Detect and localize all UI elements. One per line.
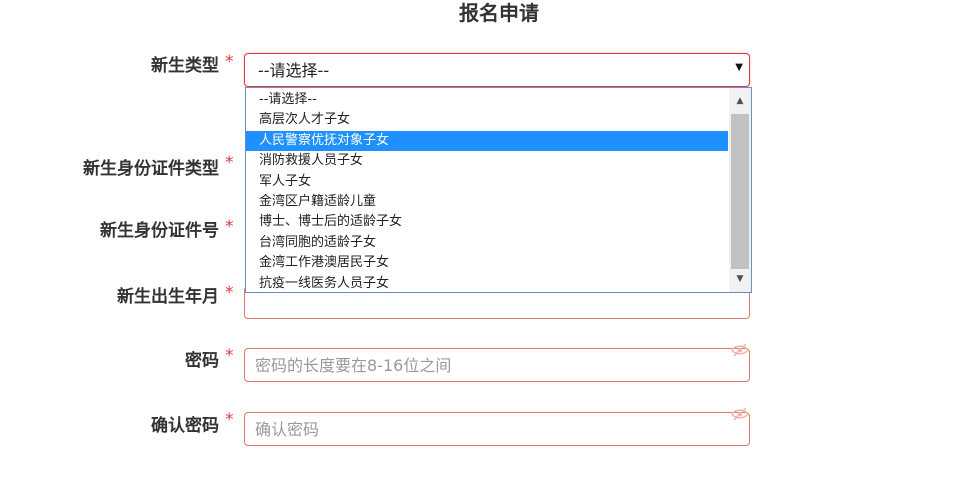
- required-star: *: [225, 153, 234, 173]
- dropdown-option[interactable]: --请选择--: [246, 90, 728, 110]
- required-star: *: [225, 52, 234, 72]
- student-type-selected-value: --请选择--: [258, 61, 330, 80]
- scroll-up-arrow-icon[interactable]: ▲: [729, 92, 751, 110]
- student-type-label: 新生类型: [151, 56, 219, 76]
- password-label: 密码: [185, 351, 219, 371]
- dropdown-option[interactable]: 军人子女: [246, 172, 728, 192]
- registration-form-page: 报名申请 新生类型 * 新生身份证件类型 * 新生身份证件号 * 新生出生年月 …: [0, 0, 959, 486]
- student-type-select[interactable]: --请选择-- ▼: [244, 53, 750, 87]
- required-star: *: [225, 410, 234, 430]
- scrollbar-thumb[interactable]: [731, 114, 749, 269]
- student-type-dropdown-list[interactable]: --请选择-- 高层次人才子女 人民警察优抚对象子女 消防救援人员子女 军人子女 金湾区户…: [245, 87, 752, 293]
- password-field[interactable]: [244, 343, 750, 382]
- scroll-down-arrow-icon[interactable]: ▼: [729, 270, 751, 288]
- eye-off-icon[interactable]: [731, 343, 749, 357]
- dropdown-option[interactable]: 金湾区户籍适龄儿童: [246, 192, 728, 212]
- dropdown-option[interactable]: 金湾工作港澳居民子女: [246, 253, 728, 273]
- confirm-password-field[interactable]: [244, 407, 750, 446]
- confirm-password-label: 确认密码: [151, 416, 219, 436]
- dropdown-option[interactable]: 台湾同胞的适龄子女: [246, 233, 728, 253]
- dropdown-option[interactable]: 博士、博士后的适龄子女: [246, 212, 728, 232]
- birth-date-label: 新生出生年月: [117, 287, 219, 307]
- required-star: *: [225, 283, 234, 303]
- required-star: *: [225, 346, 234, 366]
- dropdown-option[interactable]: 高层次人才子女: [246, 110, 728, 130]
- chevron-down-icon: ▼: [735, 62, 743, 73]
- id-type-label: 新生身份证件类型: [83, 159, 219, 179]
- password-input[interactable]: [255, 354, 715, 376]
- id-number-label: 新生身份证件号: [100, 221, 219, 241]
- dropdown-option[interactable]: 人民警察优抚对象子女: [246, 130, 728, 152]
- dropdown-option[interactable]: 消防救援人员子女: [246, 151, 728, 171]
- page-title: 报名申请: [459, 1, 539, 25]
- required-star: *: [225, 217, 234, 237]
- confirm-password-input[interactable]: [255, 418, 715, 440]
- dropdown-scrollbar[interactable]: ▲ ▼: [729, 88, 751, 292]
- dropdown-option[interactable]: 抗疫一线医务人员子女: [246, 274, 728, 292]
- dropdown-options: --请选择-- 高层次人才子女 人民警察优抚对象子女 消防救援人员子女 军人子女 金湾区户…: [246, 90, 728, 292]
- eye-off-icon[interactable]: [731, 407, 749, 421]
